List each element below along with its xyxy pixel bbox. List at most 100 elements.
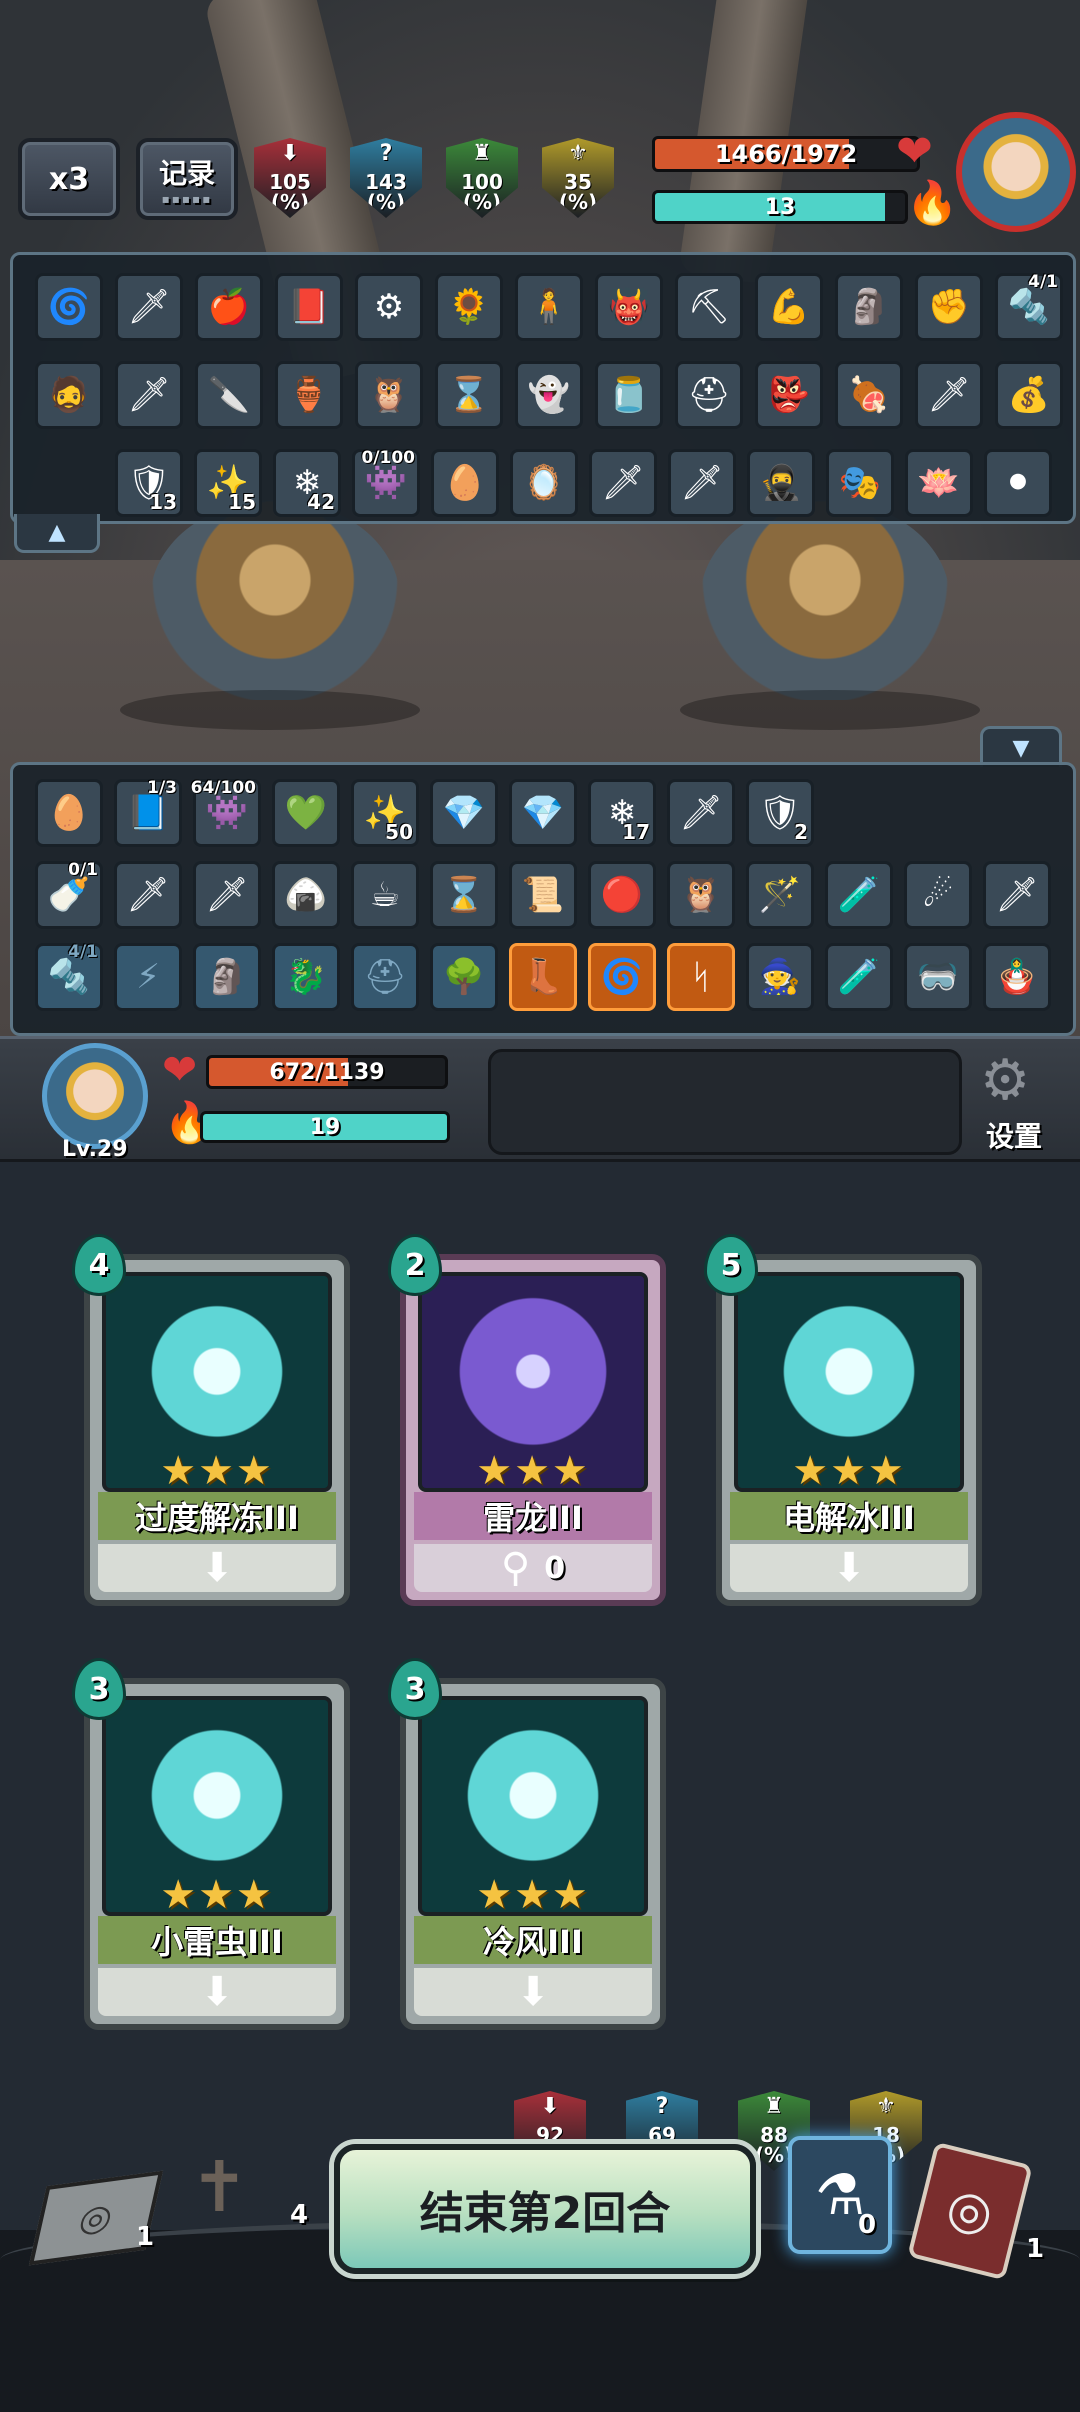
item-slot[interactable]: 🧪 bbox=[825, 943, 893, 1011]
item-slot[interactable]: ⚙ bbox=[355, 273, 423, 341]
enemy-sprite[interactable] bbox=[150, 500, 400, 700]
item-slot[interactable]: ⌛ bbox=[435, 361, 503, 429]
item-slot[interactable]: ☕ bbox=[351, 861, 419, 929]
item-slot[interactable]: 🍙 bbox=[272, 861, 340, 929]
item-slot[interactable]: 🧪 bbox=[825, 861, 893, 929]
item-slot[interactable]: 🌀 bbox=[35, 273, 103, 341]
item-slot[interactable]: 👢 bbox=[509, 943, 577, 1011]
grave-icon[interactable]: ✝ bbox=[190, 2146, 249, 2228]
item-slot[interactable]: 📜 bbox=[509, 861, 577, 929]
item-slot[interactable]: ⛏ bbox=[675, 273, 743, 341]
item-slot[interactable]: 🍼 0/1 bbox=[35, 860, 103, 929]
end-turn-button[interactable]: 结束第2回合 bbox=[334, 2144, 756, 2274]
item-slot[interactable]: 🪆 bbox=[983, 943, 1051, 1011]
item-slot[interactable]: 🪞 bbox=[510, 449, 578, 517]
item-slot[interactable]: ⛑ bbox=[351, 943, 419, 1011]
item-slot[interactable]: 🗡 bbox=[115, 361, 183, 429]
expand-panel-button[interactable]: ▼ bbox=[980, 726, 1062, 767]
item-slot[interactable]: 🌀 bbox=[588, 943, 656, 1011]
item-slot[interactable]: 🐉 bbox=[272, 943, 340, 1011]
item-slot[interactable]: 🌳 bbox=[430, 943, 498, 1011]
item-slot[interactable]: ✨ 50 bbox=[351, 779, 419, 847]
item-slot[interactable]: ❄ 17 bbox=[588, 779, 656, 847]
item-slot[interactable]: ⛑ bbox=[675, 361, 743, 429]
item-slot[interactable]: 📘 1/3 bbox=[114, 778, 182, 847]
item-slot[interactable]: 🔩 4/1 bbox=[35, 942, 103, 1011]
item-slot[interactable]: 🔴 bbox=[588, 861, 656, 929]
item-slot[interactable]: 🛡 13 bbox=[115, 449, 183, 517]
item-slot[interactable]: 🔩 4/1 bbox=[995, 272, 1063, 341]
item-slot[interactable]: 👹 bbox=[595, 273, 663, 341]
item-slot[interactable]: 🧔 bbox=[35, 361, 103, 429]
skill-card[interactable]: ★★★ 冷风III ⬇ 3 bbox=[388, 1658, 666, 2030]
enemy-sprite[interactable] bbox=[700, 500, 950, 700]
shadow bbox=[120, 690, 420, 730]
item-slot[interactable]: 🗿 bbox=[835, 273, 903, 341]
item-slot[interactable]: ✊ bbox=[915, 273, 983, 341]
item-slot[interactable]: 🗡 bbox=[589, 449, 657, 517]
item-slot[interactable]: 🥷 bbox=[747, 449, 815, 517]
gear-icon[interactable]: ⚙ bbox=[980, 1053, 1030, 1109]
item-slot[interactable]: 💎 bbox=[430, 779, 498, 847]
item-slot[interactable]: 🍎 bbox=[195, 273, 263, 341]
item-slot[interactable]: 🗡 bbox=[115, 273, 183, 341]
item-slot[interactable]: 🥚 bbox=[431, 449, 499, 517]
dark-hero-icon: 🧔 bbox=[47, 375, 91, 415]
item-slot[interactable]: 🗡 bbox=[983, 861, 1051, 929]
item-slot[interactable]: 🥚 bbox=[35, 779, 103, 847]
item-slot[interactable]: 👻 bbox=[515, 361, 583, 429]
item-slot[interactable]: ᛋ bbox=[667, 943, 735, 1011]
item-slot[interactable]: 💚 bbox=[272, 779, 340, 847]
potion-icon[interactable]: ⚗ bbox=[788, 2136, 892, 2254]
item-slot[interactable]: 👾 0/100 bbox=[352, 448, 420, 517]
enemy-energy-text: 13 bbox=[764, 194, 796, 220]
enemy-avatar[interactable] bbox=[956, 112, 1076, 232]
item-slot[interactable]: ✨ 15 bbox=[194, 449, 262, 517]
item-slot[interactable]: 🗡 bbox=[193, 861, 261, 929]
record-button[interactable]: 记录 ▪▪▪▪▪ bbox=[136, 138, 238, 220]
skill-card[interactable]: ★★★ 电解冰III ⬇ 5 bbox=[704, 1234, 982, 1606]
meteor-icon: ☄ bbox=[922, 875, 954, 915]
golden-sword-icon: 🗡 bbox=[127, 375, 171, 415]
item-slot[interactable]: 🥽 bbox=[904, 943, 972, 1011]
collapse-panel-button[interactable]: ▲ bbox=[14, 514, 100, 553]
item-slot[interactable]: ⚫ bbox=[984, 449, 1052, 517]
item-slot[interactable]: 🪄 bbox=[746, 861, 814, 929]
item-slot[interactable]: 🛡 2 bbox=[746, 779, 814, 847]
item-slot[interactable]: 🗿 bbox=[193, 943, 261, 1011]
item-slot[interactable]: ☄ bbox=[904, 861, 972, 929]
item-slot[interactable]: ⚡ bbox=[114, 943, 182, 1011]
item-slot[interactable]: 🧙 bbox=[746, 943, 814, 1011]
item-slot[interactable]: 📕 bbox=[275, 273, 343, 341]
item-slot[interactable]: 🔪 bbox=[195, 361, 263, 429]
item-slot[interactable]: 🗡 bbox=[668, 449, 736, 517]
item-slot[interactable]: 🦉 bbox=[667, 861, 735, 929]
settings-label[interactable]: 设置 bbox=[986, 1115, 1042, 1155]
item-progress: 0/100 bbox=[361, 448, 415, 468]
old-man-icon: 🧙 bbox=[758, 957, 802, 997]
skill-card[interactable]: ★★★ 小雷虫III ⬇ 3 bbox=[72, 1658, 350, 2030]
item-slot[interactable]: ❄ 42 bbox=[273, 449, 341, 517]
item-slot[interactable]: 🪷 bbox=[905, 449, 973, 517]
item-slot[interactable]: 👾 64/100 bbox=[191, 778, 261, 847]
player-avatar[interactable] bbox=[42, 1043, 148, 1149]
item-slot[interactable]: ⌛ bbox=[430, 861, 498, 929]
item-slot[interactable]: 👺 bbox=[755, 361, 823, 429]
item-slot[interactable]: 🍖 bbox=[835, 361, 903, 429]
item-slot[interactable]: 🫙 bbox=[595, 361, 663, 429]
attack-down-icon: ⬇ bbox=[540, 2094, 560, 2119]
item-slot[interactable]: 🗡 bbox=[114, 861, 182, 929]
item-slot[interactable]: 🗡 bbox=[915, 361, 983, 429]
item-slot[interactable]: 💰 bbox=[995, 361, 1063, 429]
speed-button[interactable]: x3 bbox=[18, 138, 120, 220]
skill-card[interactable]: ★★★ 雷龙III ⚲ 0 2 bbox=[388, 1234, 666, 1606]
item-slot[interactable]: 🎭 bbox=[826, 449, 894, 517]
item-slot[interactable]: 💪 bbox=[755, 273, 823, 341]
item-slot[interactable]: 🦉 bbox=[355, 361, 423, 429]
item-slot[interactable]: 🧍 bbox=[515, 273, 583, 341]
item-slot[interactable]: 🌻 bbox=[435, 273, 503, 341]
skill-card[interactable]: ★★★ 过度解冻III ⬇ 4 bbox=[72, 1234, 350, 1606]
item-slot[interactable]: 🗡 bbox=[667, 779, 735, 847]
item-slot[interactable]: 🏺 bbox=[275, 361, 343, 429]
item-slot[interactable]: 💎 bbox=[509, 779, 577, 847]
